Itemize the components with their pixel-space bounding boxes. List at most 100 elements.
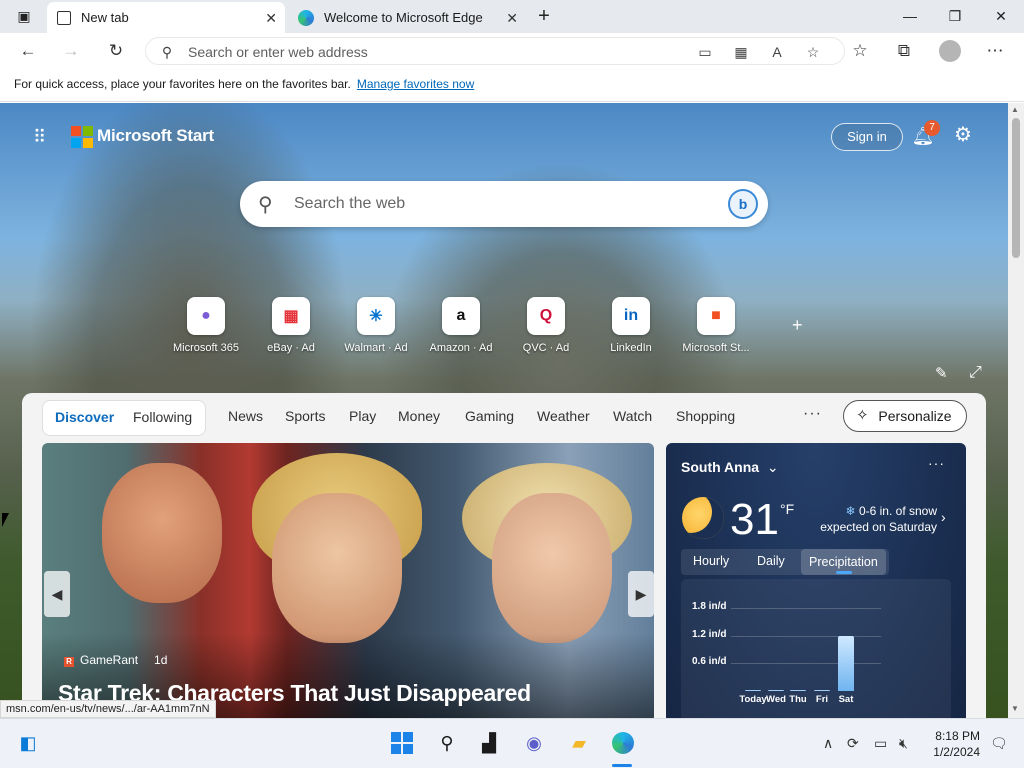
- tab-daily[interactable]: Daily: [757, 554, 785, 568]
- precipitation-bar[interactable]: [838, 635, 854, 691]
- page-scrollbar[interactable]: ▲ ▼: [1008, 103, 1024, 718]
- article-source: R GameRant 1d: [64, 653, 167, 667]
- sparkle-icon: ✧: [856, 407, 869, 424]
- quick-link-icon: ✳: [357, 297, 395, 335]
- add-shortcut-icon[interactable]: +: [792, 315, 803, 336]
- restore-icon[interactable]: ❐: [940, 5, 970, 27]
- tab-following[interactable]: Following: [133, 409, 192, 425]
- address-bar[interactable]: ⚲ ▭ ▦ A ☆: [145, 37, 845, 65]
- minimize-icon[interactable]: —: [895, 5, 925, 27]
- weather-location[interactable]: South Anna ⌄: [681, 459, 779, 476]
- window-close-icon[interactable]: ✕: [986, 5, 1016, 27]
- task-view-icon[interactable]: ▟: [476, 730, 502, 756]
- close-icon[interactable]: ✕: [506, 10, 518, 27]
- file-explorer-icon[interactable]: ▰: [566, 730, 592, 756]
- search-icon[interactable]: ⚲: [434, 730, 460, 756]
- hero-image-person-3: [492, 493, 612, 643]
- nav-news[interactable]: News: [228, 408, 263, 424]
- web-search-input[interactable]: [294, 194, 694, 214]
- device-icon[interactable]: ▭: [694, 41, 716, 63]
- hero-article-card[interactable]: ◀ ▶ R GameRant 1d Star Trek: Characters Th…: [42, 443, 654, 718]
- news-feed: Discover Following News Sports Play Mone…: [22, 393, 986, 718]
- precipitation-bar[interactable]: [768, 690, 784, 691]
- update-icon[interactable]: ⟳: [847, 735, 859, 752]
- active-app-indicator: [612, 764, 632, 767]
- precipitation-bar[interactable]: [745, 690, 761, 691]
- nav-shopping[interactable]: Shopping: [676, 408, 735, 424]
- personalize-button[interactable]: ✧ Personalize: [843, 400, 967, 432]
- feed-segment-toggle: Discover Following: [42, 400, 206, 436]
- edge-taskbar-icon[interactable]: [610, 730, 636, 756]
- expand-icon[interactable]: ⤢: [969, 364, 982, 382]
- teams-chat-icon[interactable]: ◉: [521, 730, 547, 756]
- apps-icon[interactable]: ▦: [730, 41, 752, 63]
- plus-icon[interactable]: +: [529, 5, 559, 27]
- quick-link-label: QVC · Ad: [522, 342, 570, 354]
- weather-more-icon[interactable]: ···: [928, 455, 945, 471]
- tab-discover[interactable]: Discover: [55, 409, 114, 425]
- hero-image-person-1: [102, 463, 222, 603]
- weather-temperature: 31: [730, 495, 779, 544]
- read-aloud-icon[interactable]: A: [766, 41, 788, 63]
- scroll-up-icon[interactable]: ▲: [1011, 105, 1019, 114]
- chevron-up-icon[interactable]: ∧: [823, 735, 833, 752]
- quick-link-walmart[interactable]: ✳ Walmart · Ad: [336, 297, 416, 354]
- chevron-right-icon[interactable]: ›: [941, 509, 946, 525]
- nav-gaming[interactable]: Gaming: [465, 408, 514, 424]
- scrollbar-thumb[interactable]: [1012, 118, 1020, 258]
- refresh-icon[interactable]: ↻: [104, 40, 128, 62]
- start-icon[interactable]: [389, 730, 415, 756]
- nav-watch[interactable]: Watch: [613, 408, 652, 424]
- bing-chat-icon[interactable]: b: [728, 189, 758, 219]
- quick-link-microsoft-st[interactable]: ■ Microsoft St...: [676, 297, 756, 354]
- quick-link-microsoft-365[interactable]: ● Microsoft 365: [166, 297, 246, 354]
- nav-sports[interactable]: Sports: [285, 408, 325, 424]
- more-menu-icon[interactable]: ⋯: [983, 40, 1007, 62]
- widgets-icon[interactable]: ◧: [15, 730, 41, 756]
- precipitation-bar[interactable]: [814, 690, 830, 691]
- tab-title: Welcome to Microsoft Edge: [324, 10, 483, 25]
- source-logo-icon: R: [64, 657, 74, 667]
- quick-link-icon: a: [442, 297, 480, 335]
- quick-link-qvc[interactable]: Q QVC · Ad: [506, 297, 586, 354]
- collections-icon[interactable]: ⧉: [892, 40, 916, 62]
- carousel-next-icon[interactable]: ▶: [628, 571, 654, 617]
- address-input[interactable]: [188, 42, 648, 62]
- tab-actions-icon[interactable]: ▣: [9, 5, 39, 27]
- back-arrow-icon[interactable]: ←: [16, 40, 40, 62]
- nav-more-icon[interactable]: ···: [803, 405, 822, 423]
- nav-weather[interactable]: Weather: [537, 408, 590, 424]
- web-search-box[interactable]: ⚲ b: [240, 181, 768, 227]
- snow-forecast[interactable]: ❄ 0-6 in. of snow expected on Saturday: [811, 503, 937, 535]
- weather-unit[interactable]: °F: [780, 501, 794, 517]
- forward-arrow-icon[interactable]: →: [59, 40, 83, 62]
- scroll-down-icon[interactable]: ▼: [1011, 704, 1019, 713]
- quick-link-linkedin[interactable]: in LinkedIn: [591, 297, 671, 354]
- tab-new-tab[interactable]: New tab ✕: [47, 2, 285, 33]
- manage-favorites-link[interactable]: Manage favorites now: [357, 77, 474, 91]
- clock-time: 8:18 PM: [935, 729, 980, 743]
- edit-background-icon[interactable]: ✎: [935, 364, 948, 382]
- quick-link-amazon[interactable]: a Amazon · Ad: [421, 297, 501, 354]
- nav-play[interactable]: Play: [349, 408, 376, 424]
- add-favorite-icon[interactable]: ☆: [802, 41, 824, 63]
- sign-in-button[interactable]: Sign in: [831, 123, 903, 151]
- tab-hourly[interactable]: Hourly: [693, 554, 729, 568]
- carousel-prev-icon[interactable]: ◀: [44, 571, 70, 617]
- system-clock[interactable]: 8:18 PM 1/2/2024: [928, 728, 980, 760]
- quick-link-label: eBay · Ad: [267, 342, 315, 354]
- nav-money[interactable]: Money: [398, 408, 440, 424]
- profile-avatar[interactable]: [938, 40, 962, 62]
- display-icon[interactable]: ▭: [874, 735, 887, 752]
- close-icon[interactable]: ✕: [265, 10, 277, 27]
- quick-link-ebay[interactable]: ▦ eBay · Ad: [251, 297, 331, 354]
- speaker-muted-icon[interactable]: 🔇︎: [899, 735, 908, 752]
- app-launcher-icon[interactable]: ⠿: [33, 126, 55, 148]
- gear-icon[interactable]: ⚙: [951, 123, 975, 147]
- weather-tabs: Hourly Daily Precipitation: [681, 549, 889, 575]
- notification-center-icon[interactable]: 🗨︎: [990, 735, 1008, 752]
- precipitation-bar[interactable]: [790, 690, 806, 691]
- favorites-icon[interactable]: ☆: [848, 40, 872, 62]
- brand-title[interactable]: Microsoft Start: [97, 126, 214, 146]
- tab-welcome-edge[interactable]: Welcome to Microsoft Edge ✕: [288, 2, 526, 33]
